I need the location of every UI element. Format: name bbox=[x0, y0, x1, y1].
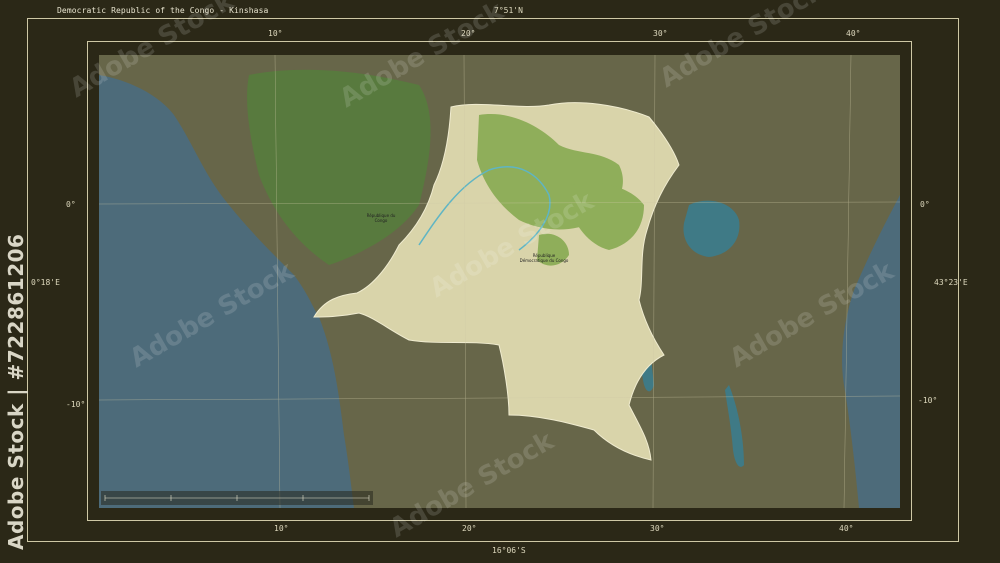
east-bound-label: 43°23'E bbox=[934, 278, 968, 287]
top-tick-30: 30° bbox=[653, 29, 668, 38]
drc-country-label: République Démocratique du Congo bbox=[519, 253, 569, 263]
right-tick-0: 0° bbox=[920, 200, 930, 209]
stock-watermark-id: Adobe Stock | #722861206 bbox=[4, 233, 28, 550]
map-canvas[interactable]: République Démocratique du Congo Républi… bbox=[99, 55, 900, 508]
scale-bar bbox=[101, 491, 373, 505]
bottom-tick-40: 40° bbox=[839, 524, 854, 533]
top-tick-20: 20° bbox=[461, 29, 476, 38]
scale-bar-svg bbox=[104, 495, 370, 501]
north-bound-label: 7°51'N bbox=[494, 6, 523, 15]
map-title: Democratic Republic of the Congo - Kinsh… bbox=[57, 6, 269, 15]
left-tick-0: 0° bbox=[66, 200, 76, 209]
top-tick-40: 40° bbox=[846, 29, 861, 38]
bottom-tick-10: 10° bbox=[274, 524, 289, 533]
west-bound-label: 0°18'E bbox=[31, 278, 60, 287]
bottom-tick-30: 30° bbox=[650, 524, 665, 533]
south-bound-label: 16°06'S bbox=[492, 546, 526, 555]
neighbor-country-label: République du Congo bbox=[366, 213, 396, 223]
left-tick-minus10: -10° bbox=[66, 400, 86, 409]
map-svg bbox=[99, 55, 900, 508]
right-tick-minus10: -10° bbox=[918, 396, 938, 405]
top-tick-10: 10° bbox=[268, 29, 283, 38]
bottom-tick-20: 20° bbox=[462, 524, 477, 533]
